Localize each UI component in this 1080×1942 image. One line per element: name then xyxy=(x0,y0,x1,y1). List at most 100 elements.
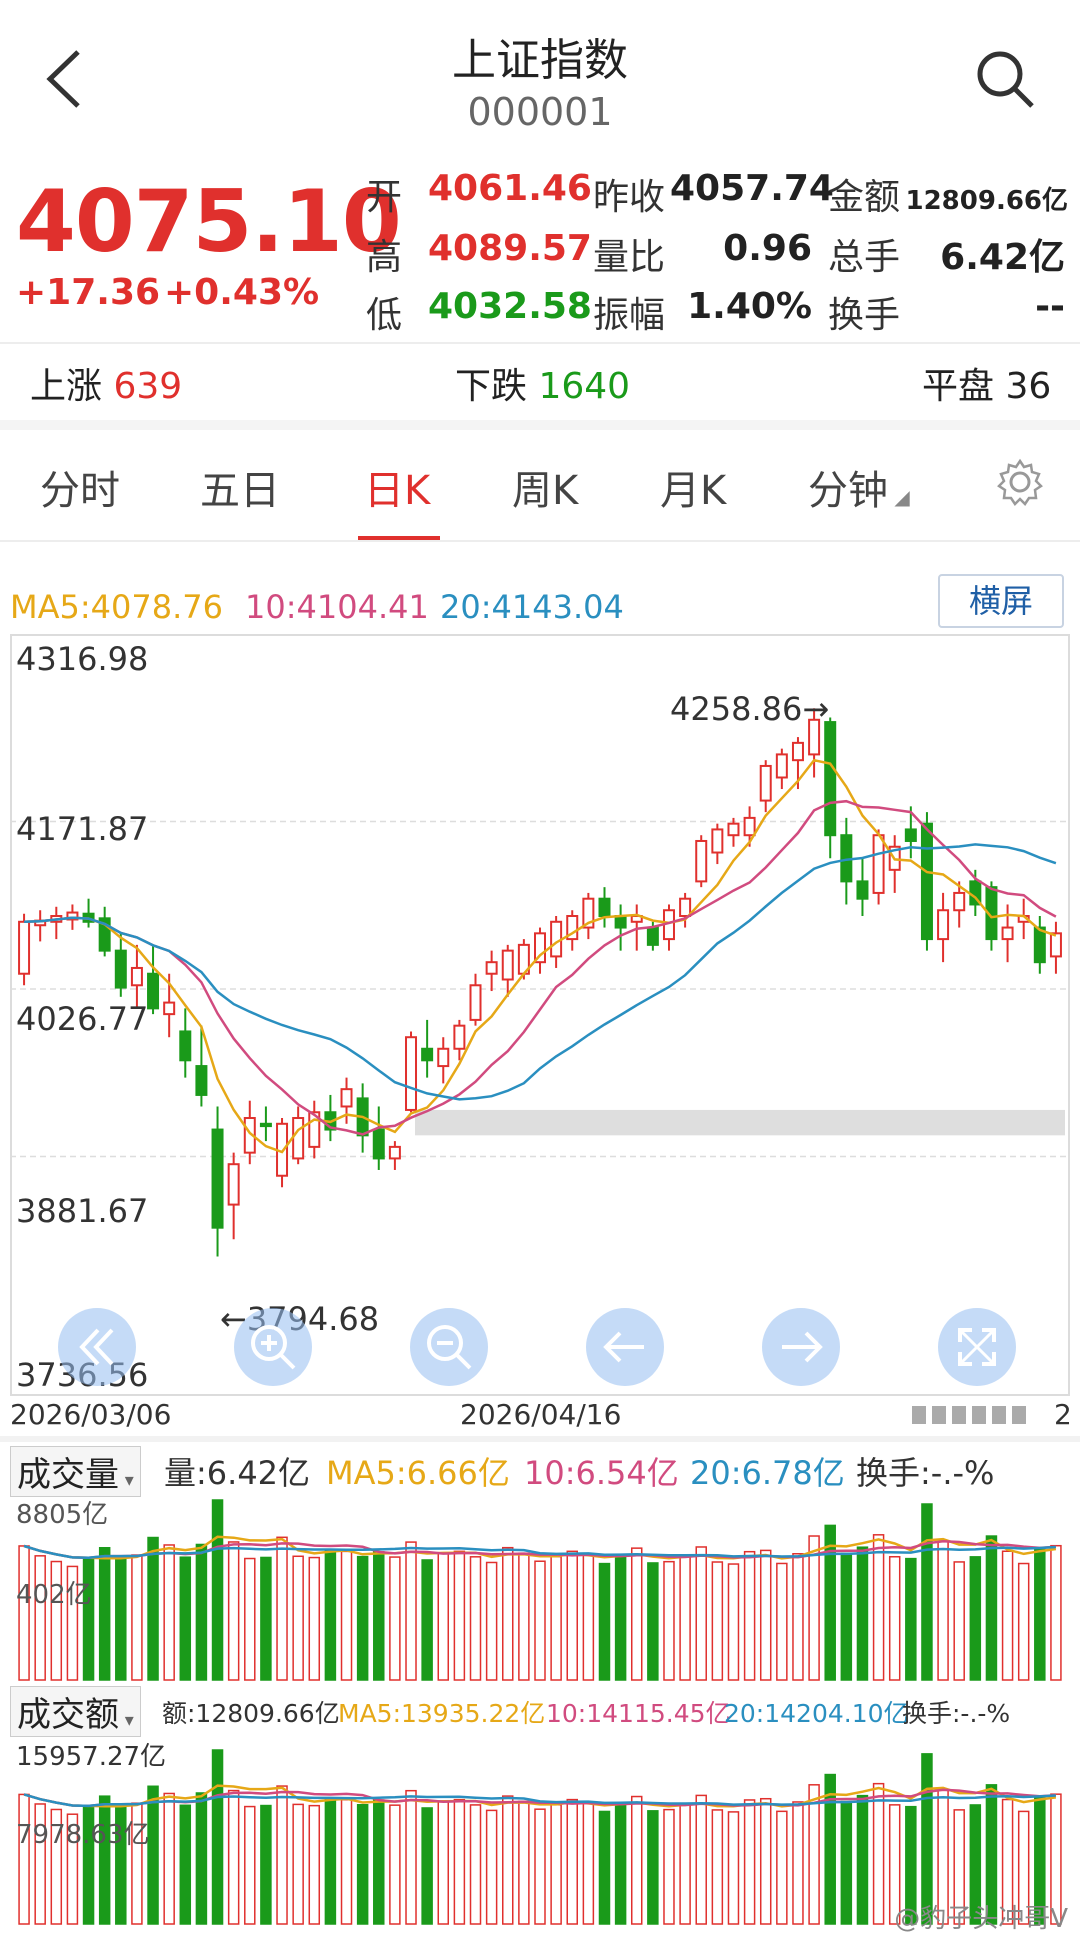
settings-gear-icon[interactable] xyxy=(996,458,1044,506)
volume-bar-down xyxy=(824,1773,836,1925)
total-hands-value: 6.42亿 xyxy=(940,237,1065,278)
stock-code: 000001 xyxy=(467,90,613,134)
volume-bar-up xyxy=(308,1804,321,1925)
volume-bar-down xyxy=(324,1797,337,1925)
volume-bar-down xyxy=(147,1785,159,1925)
volume-bar-up xyxy=(389,1556,401,1681)
volume-bar-up xyxy=(743,1799,756,1925)
rewind-button[interactable] xyxy=(58,1308,136,1386)
fullscreen-button[interactable] xyxy=(938,1308,1016,1386)
amplitude-label: 振幅 xyxy=(593,295,666,336)
volume-bar-up xyxy=(18,1545,30,1681)
volume-bar-down xyxy=(840,1552,853,1681)
volume-bar-down xyxy=(614,1553,627,1681)
candle-up xyxy=(937,909,950,941)
page-title: 上证指数 xyxy=(452,35,628,86)
volume-axis-mid: 402亿 xyxy=(16,1580,92,1610)
amount-ma5: MA5:13935.22亿 xyxy=(338,1699,546,1728)
volume-bar-down xyxy=(856,1546,869,1681)
volume-bar-up xyxy=(630,1795,643,1925)
candle-up xyxy=(1001,926,1014,941)
search-icon[interactable] xyxy=(970,44,1040,114)
candle-down xyxy=(421,1047,434,1062)
low-label: 低 xyxy=(366,295,403,336)
zoom-out-icon xyxy=(427,1325,472,1370)
high-annotation: 4258.86→ xyxy=(670,690,830,728)
open-value: 4061.46 xyxy=(428,168,592,209)
ma20-legend: 20:4143.04 xyxy=(440,588,624,626)
volume-bar-up xyxy=(727,1563,740,1681)
zoom-out-button[interactable] xyxy=(410,1308,488,1386)
amount-ma10: 10:14115.45亿 xyxy=(546,1699,731,1728)
tab-minute[interactable]: 分钟 ◢ xyxy=(808,458,910,516)
high-label: 高 xyxy=(366,237,403,278)
volume-ma5: MA5:6.66亿 xyxy=(326,1454,510,1492)
candle-down xyxy=(147,972,160,1010)
candle-down xyxy=(646,926,659,946)
volume-bar-down xyxy=(147,1536,159,1681)
zoom-in-icon xyxy=(251,1325,296,1370)
scroll-right-button[interactable] xyxy=(762,1308,840,1386)
volume-bar-up xyxy=(872,1534,885,1681)
ma10-legend: 10:4104.41 xyxy=(245,588,429,626)
turnover-label: 换手 xyxy=(828,295,901,336)
volume-bar-up xyxy=(727,1811,740,1925)
landscape-button[interactable]: 横屏 xyxy=(938,574,1064,628)
kline-svg xyxy=(10,708,1070,1257)
dropdown-triangle-icon: ◢ xyxy=(888,485,910,509)
volume-bar-down xyxy=(614,1802,627,1925)
volume-bar-down xyxy=(598,1562,611,1681)
volume-value: 量:6.42亿 xyxy=(164,1454,311,1492)
volume-bar-down xyxy=(211,1749,224,1925)
volume-bar-up xyxy=(550,1555,562,1681)
volume-bar-up xyxy=(502,1546,514,1681)
total-hands-label: 总手 xyxy=(828,237,901,278)
prev-close-label: 昨收 xyxy=(593,177,666,218)
fullscreen-icon xyxy=(958,1328,996,1366)
volume-bar-up xyxy=(872,1782,885,1925)
tab-monthly-k[interactable]: 月K xyxy=(660,458,726,516)
volume-bar-down xyxy=(179,1804,192,1925)
volume-bar-up xyxy=(405,1541,417,1681)
volume-bar-up xyxy=(131,1554,143,1681)
price-change-pct: +0.43% xyxy=(164,272,320,313)
amount-axis-top: 15957.27亿 xyxy=(16,1742,167,1772)
tab-daily-k[interactable]: 日K xyxy=(364,458,430,516)
volume-bar-up xyxy=(534,1560,546,1681)
zoom-in-button[interactable] xyxy=(234,1308,312,1386)
candle-up xyxy=(469,984,482,1021)
candle-up xyxy=(18,920,31,975)
candle-up xyxy=(679,897,692,918)
date-scroll-indicator xyxy=(912,1404,1052,1426)
tab-weekly-k[interactable]: 周K xyxy=(512,458,578,516)
volume-bar-up xyxy=(695,1794,707,1925)
volume-bar-down xyxy=(647,1562,659,1681)
vol-ratio-label: 量比 xyxy=(593,237,666,278)
amount-label: 金额 xyxy=(828,177,901,218)
volume-bar-up xyxy=(244,1805,256,1925)
volume-chart xyxy=(18,1499,1062,1681)
date-axis-mid: 2026/04/16 xyxy=(460,1398,622,1431)
flat-count: 平盘 36 xyxy=(922,366,1052,407)
tab-intraday[interactable]: 分时 xyxy=(40,458,120,516)
candle-up xyxy=(405,1036,418,1111)
tab-five-day[interactable]: 五日 xyxy=(200,458,280,516)
volume-bar-down xyxy=(115,1555,127,1681)
volume-bar-down xyxy=(421,1559,433,1681)
volume-bar-up xyxy=(405,1789,417,1925)
candle-up xyxy=(775,753,788,779)
divider xyxy=(0,540,1080,542)
volume-bar-down xyxy=(195,1792,208,1925)
up-count: 上涨 639 xyxy=(30,366,183,407)
scroll-left-button[interactable] xyxy=(586,1308,664,1386)
volume-bar-up xyxy=(244,1557,256,1681)
volume-bar-up xyxy=(1001,1550,1014,1681)
candle-up xyxy=(340,1088,353,1108)
volume-bar-up xyxy=(679,1803,691,1925)
volume-bar-up xyxy=(711,1809,724,1925)
volume-bar-up xyxy=(582,1801,595,1925)
candle-up xyxy=(292,1117,305,1160)
watermark: @豹子头冲哥V xyxy=(894,1904,1068,1934)
volume-bar-up xyxy=(340,1798,353,1925)
candle-up xyxy=(550,920,563,958)
